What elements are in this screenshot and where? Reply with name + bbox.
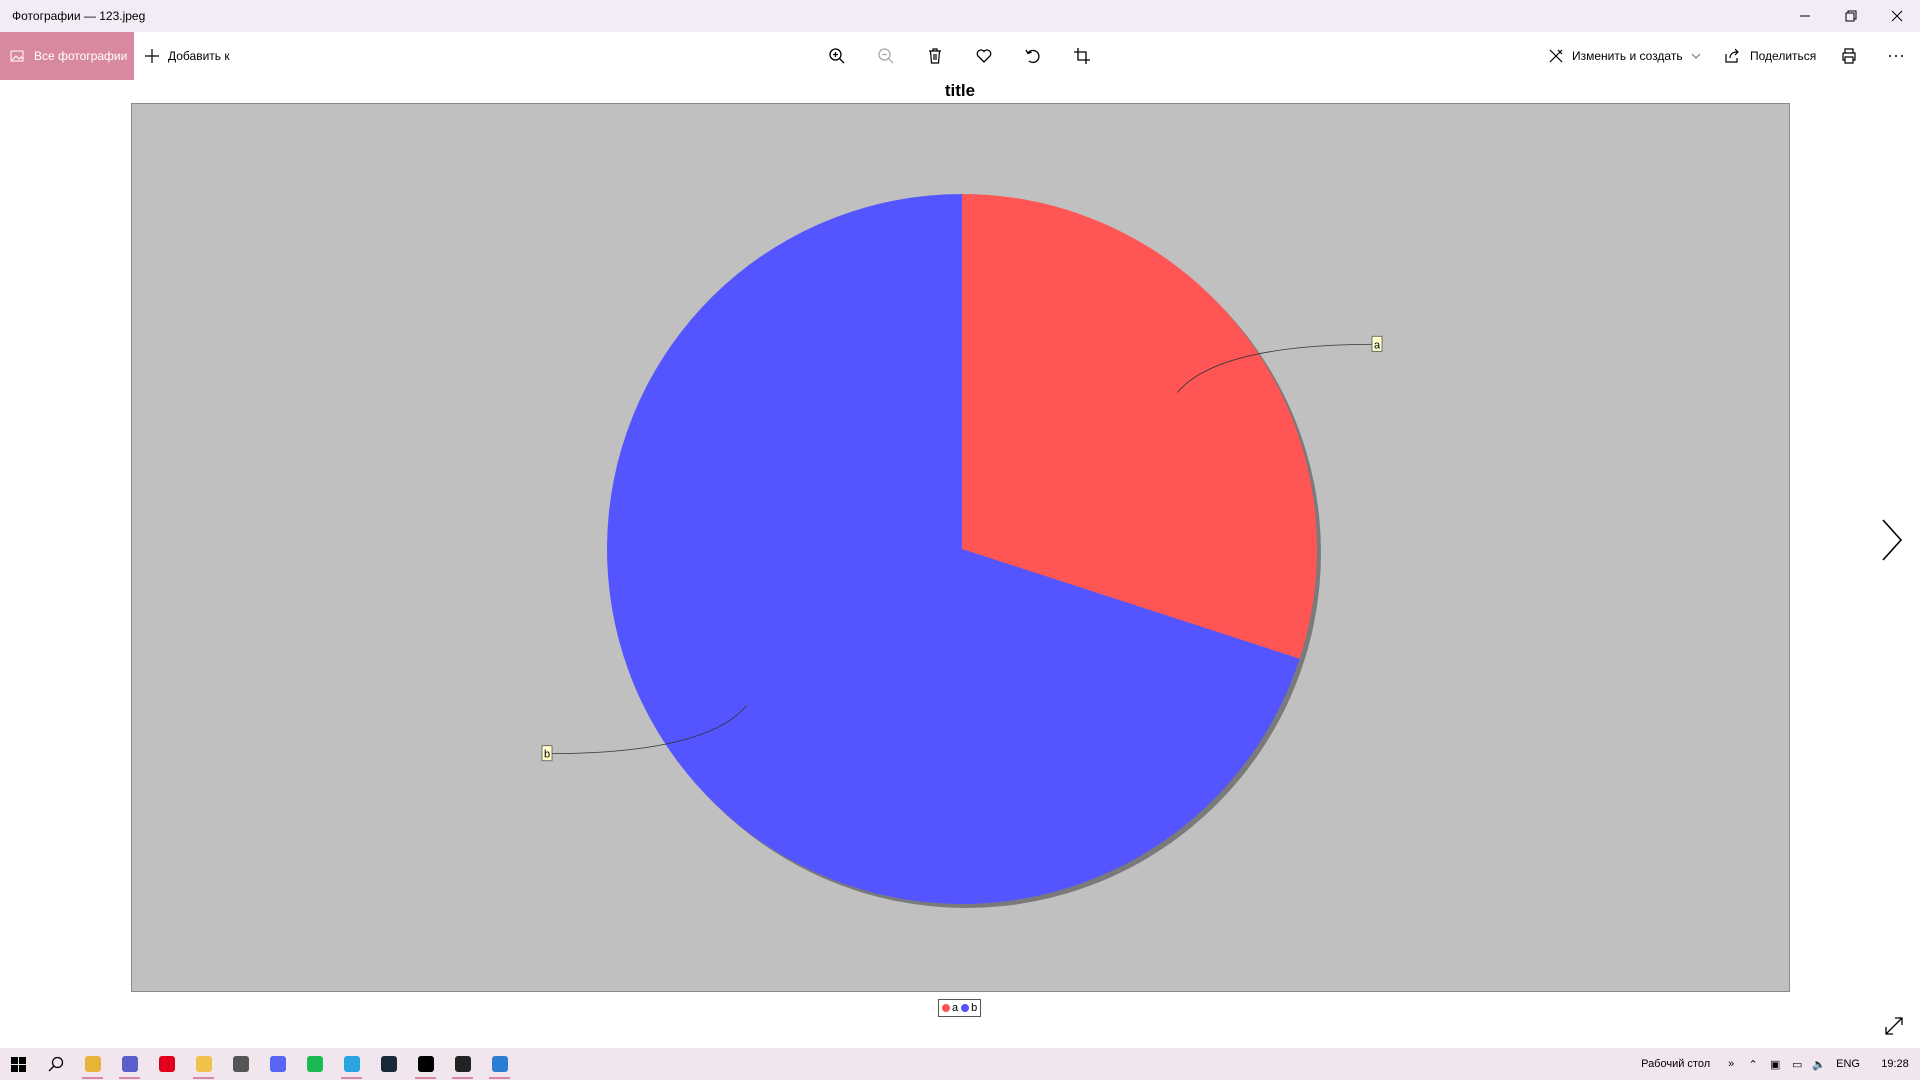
chart-legend: ab (938, 999, 982, 1017)
plus-icon (145, 49, 159, 63)
chevron-down-icon (1691, 53, 1701, 59)
search-icon (48, 1056, 63, 1072)
chevron-up-icon[interactable]: ⌃ (1742, 1058, 1764, 1071)
edit-tools-icon (1549, 49, 1563, 63)
trash-icon (929, 48, 941, 64)
taskbar-apps (74, 1048, 518, 1080)
legend-item-a: a (942, 1002, 958, 1014)
chrome-icon (84, 1056, 101, 1072)
svg-text:a: a (1374, 339, 1381, 351)
legend-label-a: a (952, 1002, 959, 1014)
zoom-out-button[interactable] (874, 44, 898, 68)
rotate-icon (1025, 49, 1040, 64)
taskbar-app-teams[interactable] (111, 1048, 148, 1080)
zoom-in-icon (829, 48, 845, 64)
legend-item-b: b (961, 1002, 977, 1014)
all-photos-label: Все фотографии (34, 49, 128, 63)
fullscreen-icon[interactable] (1884, 1016, 1904, 1036)
slice-label-b: b (541, 745, 553, 762)
minimize-button[interactable] (1782, 0, 1828, 32)
crop-icon (1074, 48, 1090, 64)
close-button[interactable] (1874, 0, 1920, 32)
legend-label-b: b (971, 1002, 978, 1014)
share-icon (1725, 48, 1739, 63)
network-icon[interactable]: ▭ (1786, 1058, 1808, 1071)
photos-icon (491, 1056, 508, 1072)
heart-icon (976, 49, 992, 63)
taskbar-app-discord[interactable] (259, 1048, 296, 1080)
window-title: Фотографии — 123.jpeg (12, 9, 146, 23)
restore-icon (1845, 10, 1857, 22)
taskbar-app-photos[interactable] (481, 1048, 518, 1080)
steam-icon (380, 1056, 397, 1072)
language-indicator[interactable]: ENG (1836, 1058, 1860, 1070)
print-button[interactable] (1837, 44, 1861, 68)
chart-plot-area: ab (131, 103, 1790, 992)
printer-icon (1842, 48, 1856, 64)
taskbar-app-steam[interactable] (370, 1048, 407, 1080)
favorite-button[interactable] (972, 44, 996, 68)
taskbar-app-opera[interactable] (148, 1048, 185, 1080)
taskbar-app-chrome[interactable] (74, 1048, 111, 1080)
legend-marker-b (961, 1004, 970, 1012)
add-to-button[interactable]: Добавить к (144, 32, 230, 80)
more-button[interactable] (1884, 44, 1908, 68)
teams-icon (121, 1056, 138, 1072)
volume-icon[interactable]: 🔈 (1808, 1058, 1830, 1071)
taskbar: Рабочий стол » ⌃ ▣ ▭ 🔈 ENG 19:28 (0, 1048, 1920, 1080)
clock[interactable]: 19:28 (1870, 1058, 1920, 1070)
all-photos-button[interactable]: Все фотографии (0, 32, 134, 80)
notification-icon[interactable]: ▣ (1764, 1058, 1786, 1071)
photo-icon (10, 50, 24, 62)
edit-create-button[interactable]: Изменить и создать (1548, 32, 1701, 80)
windows-logo-icon (11, 1056, 26, 1072)
close-icon (1891, 10, 1903, 22)
taskbar-app-telegram[interactable] (333, 1048, 370, 1080)
zoom-out-icon (878, 48, 894, 64)
zoom-in-button[interactable] (825, 44, 849, 68)
start-button[interactable] (0, 1048, 37, 1080)
toolbar: Все фотографии Добавить к Изменить и соз… (0, 32, 1920, 80)
more-icon (1889, 55, 1903, 57)
rotate-button[interactable] (1021, 44, 1045, 68)
opera-icon (158, 1056, 175, 1072)
title-bar: Фотографии — 123.jpeg (0, 0, 1920, 32)
restore-button[interactable] (1828, 0, 1874, 32)
intellij-icon (417, 1056, 434, 1072)
taskbar-app-explorer[interactable] (185, 1048, 222, 1080)
spotify-icon (306, 1056, 323, 1072)
search-button[interactable] (37, 1048, 74, 1080)
chevron-right-icon[interactable]: » (1720, 1058, 1742, 1070)
next-image-arrow-icon[interactable] (1880, 518, 1904, 562)
crop-button[interactable] (1070, 44, 1094, 68)
pie-chart: ab (541, 194, 1383, 908)
legend-marker-a (942, 1004, 950, 1012)
share-button[interactable]: Поделиться (1724, 32, 1816, 80)
taskbar-app-terminal[interactable] (444, 1048, 481, 1080)
share-label: Поделиться (1750, 49, 1817, 63)
delete-button[interactable] (923, 44, 947, 68)
minimize-icon (1800, 15, 1810, 17)
calculator-icon (232, 1056, 249, 1072)
taskbar-app-intellij[interactable] (407, 1048, 444, 1080)
telegram-icon (343, 1056, 360, 1072)
taskbar-app-calculator[interactable] (222, 1048, 259, 1080)
desktop-toolbar-label[interactable]: Рабочий стол (1641, 1058, 1710, 1070)
slice-label-a: a (1371, 335, 1383, 352)
edit-create-label: Изменить и создать (1572, 49, 1683, 63)
taskbar-app-spotify[interactable] (296, 1048, 333, 1080)
chart-title: title (944, 81, 976, 100)
discord-icon (269, 1056, 286, 1072)
terminal-icon (454, 1056, 471, 1072)
add-to-label: Добавить к (168, 49, 230, 63)
svg-text:b: b (544, 749, 550, 761)
system-tray: Рабочий стол » ⌃ ▣ ▭ 🔈 ENG 19:28 (1641, 1048, 1920, 1080)
explorer-icon (195, 1056, 212, 1072)
window-controls (1782, 0, 1920, 32)
